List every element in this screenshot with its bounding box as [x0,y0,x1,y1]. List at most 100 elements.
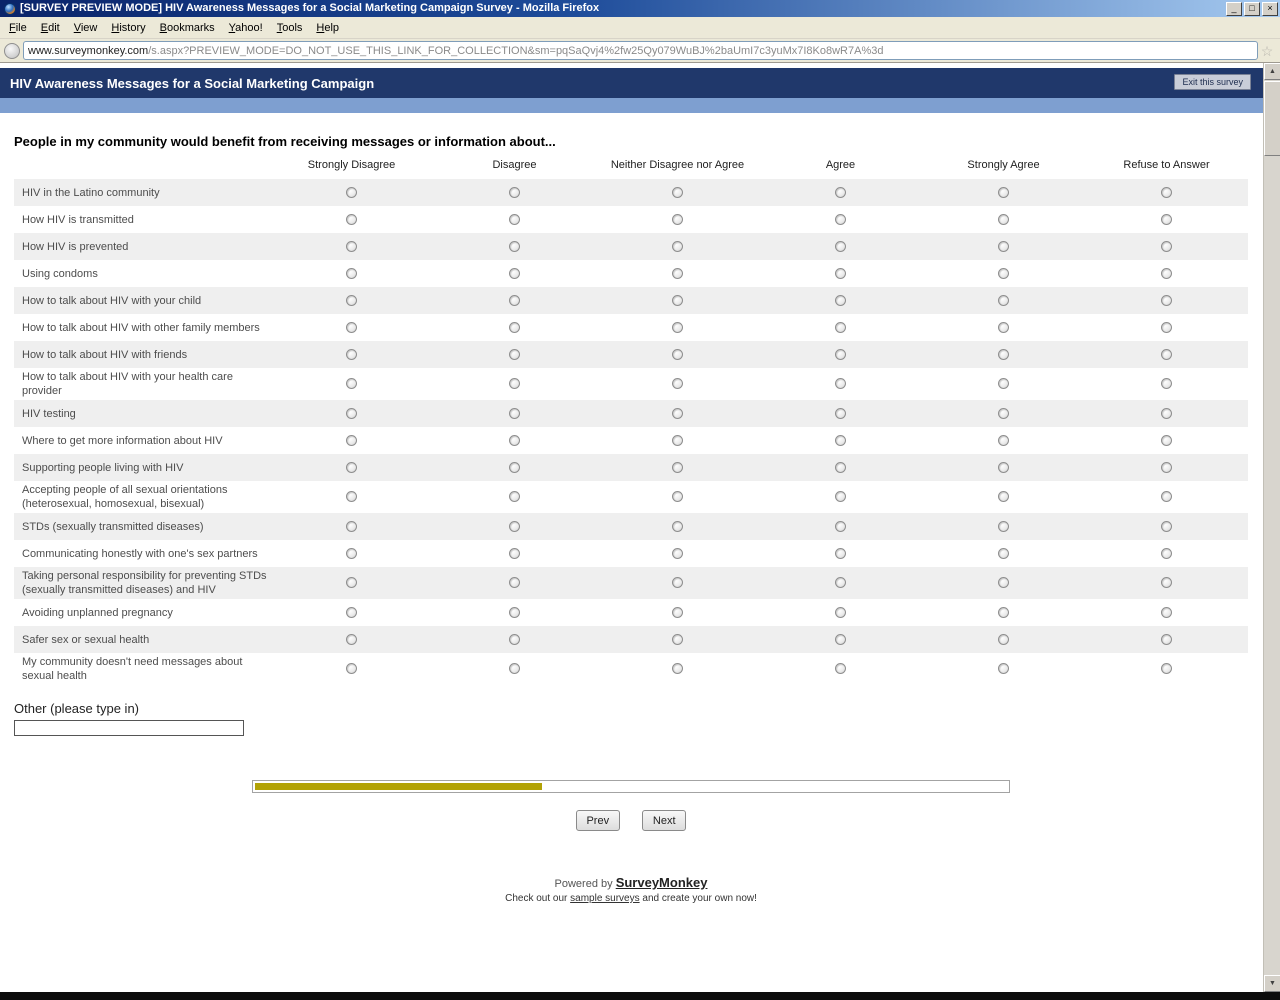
radio-row10-col5[interactable] [1161,462,1172,473]
radio-row8-col0[interactable] [346,408,357,419]
radio-row9-col4[interactable] [998,435,1009,446]
radio-row8-col1[interactable] [509,408,520,419]
radio-row0-col4[interactable] [998,187,1009,198]
radio-row5-col4[interactable] [998,322,1009,333]
radio-row4-col3[interactable] [835,295,846,306]
radio-row17-col2[interactable] [672,663,683,674]
radio-row13-col0[interactable] [346,548,357,559]
radio-row9-col0[interactable] [346,435,357,446]
radio-row12-col2[interactable] [672,521,683,532]
radio-row15-col5[interactable] [1161,607,1172,618]
radio-row3-col4[interactable] [998,268,1009,279]
radio-row13-col3[interactable] [835,548,846,559]
radio-row3-col0[interactable] [346,268,357,279]
radio-row16-col5[interactable] [1161,634,1172,645]
radio-row6-col2[interactable] [672,349,683,360]
radio-row3-col5[interactable] [1161,268,1172,279]
radio-row4-col0[interactable] [346,295,357,306]
radio-row11-col4[interactable] [998,491,1009,502]
radio-row1-col0[interactable] [346,214,357,225]
radio-row12-col4[interactable] [998,521,1009,532]
scrollbar-thumb[interactable] [1264,81,1280,156]
radio-row7-col5[interactable] [1161,378,1172,389]
radio-row16-col0[interactable] [346,634,357,645]
radio-row7-col1[interactable] [509,378,520,389]
minimize-button[interactable]: _ [1226,2,1242,16]
menu-help[interactable]: Help [309,19,346,37]
menu-yahoo[interactable]: Yahoo! [222,19,270,37]
radio-row13-col2[interactable] [672,548,683,559]
radio-row8-col5[interactable] [1161,408,1172,419]
radio-row5-col3[interactable] [835,322,846,333]
url-field[interactable]: www.surveymonkey.com/s.aspx?PREVIEW_MODE… [23,41,1258,60]
radio-row0-col1[interactable] [509,187,520,198]
radio-row5-col1[interactable] [509,322,520,333]
menu-history[interactable]: History [104,19,152,37]
radio-row17-col0[interactable] [346,663,357,674]
radio-row14-col2[interactable] [672,577,683,588]
close-button[interactable]: × [1262,2,1278,16]
menu-bookmarks[interactable]: Bookmarks [153,19,222,37]
radio-row10-col2[interactable] [672,462,683,473]
radio-row9-col3[interactable] [835,435,846,446]
maximize-button[interactable]: □ [1244,2,1260,16]
other-input[interactable] [14,720,244,736]
radio-row5-col0[interactable] [346,322,357,333]
radio-row6-col4[interactable] [998,349,1009,360]
radio-row0-col3[interactable] [835,187,846,198]
radio-row9-col5[interactable] [1161,435,1172,446]
scroll-up-icon[interactable]: ▲ [1264,63,1280,80]
radio-row16-col3[interactable] [835,634,846,645]
radio-row17-col3[interactable] [835,663,846,674]
radio-row3-col3[interactable] [835,268,846,279]
radio-row13-col4[interactable] [998,548,1009,559]
radio-row1-col1[interactable] [509,214,520,225]
radio-row15-col1[interactable] [509,607,520,618]
radio-row0-col0[interactable] [346,187,357,198]
radio-row17-col1[interactable] [509,663,520,674]
radio-row16-col1[interactable] [509,634,520,645]
vertical-scrollbar[interactable]: ▲ ▼ [1263,63,1280,992]
radio-row15-col3[interactable] [835,607,846,618]
menu-view[interactable]: View [67,19,105,37]
radio-row0-col2[interactable] [672,187,683,198]
radio-row15-col0[interactable] [346,607,357,618]
exit-survey-button[interactable]: Exit this survey [1174,74,1251,90]
radio-row2-col0[interactable] [346,241,357,252]
radio-row14-col1[interactable] [509,577,520,588]
radio-row7-col2[interactable] [672,378,683,389]
next-button[interactable]: Next [642,810,686,831]
radio-row16-col2[interactable] [672,634,683,645]
radio-row7-col4[interactable] [998,378,1009,389]
radio-row4-col4[interactable] [998,295,1009,306]
radio-row3-col2[interactable] [672,268,683,279]
radio-row12-col1[interactable] [509,521,520,532]
radio-row6-col0[interactable] [346,349,357,360]
radio-row13-col1[interactable] [509,548,520,559]
radio-row15-col2[interactable] [672,607,683,618]
scroll-down-icon[interactable]: ▼ [1264,975,1280,992]
bookmark-star-icon[interactable]: ☆ [1258,40,1276,62]
radio-row7-col0[interactable] [346,378,357,389]
radio-row17-col5[interactable] [1161,663,1172,674]
radio-row17-col4[interactable] [998,663,1009,674]
radio-row14-col4[interactable] [998,577,1009,588]
radio-row1-col5[interactable] [1161,214,1172,225]
menu-edit[interactable]: Edit [34,19,67,37]
radio-row0-col5[interactable] [1161,187,1172,198]
radio-row4-col1[interactable] [509,295,520,306]
radio-row10-col1[interactable] [509,462,520,473]
radio-row10-col4[interactable] [998,462,1009,473]
prev-button[interactable]: Prev [576,810,620,831]
radio-row5-col5[interactable] [1161,322,1172,333]
sample-surveys-link[interactable]: sample surveys [570,893,639,904]
radio-row4-col5[interactable] [1161,295,1172,306]
radio-row11-col2[interactable] [672,491,683,502]
radio-row9-col1[interactable] [509,435,520,446]
radio-row14-col5[interactable] [1161,577,1172,588]
radio-row5-col2[interactable] [672,322,683,333]
radio-row3-col1[interactable] [509,268,520,279]
radio-row12-col0[interactable] [346,521,357,532]
menu-tools[interactable]: Tools [270,19,310,37]
site-identity-icon[interactable] [4,43,20,59]
